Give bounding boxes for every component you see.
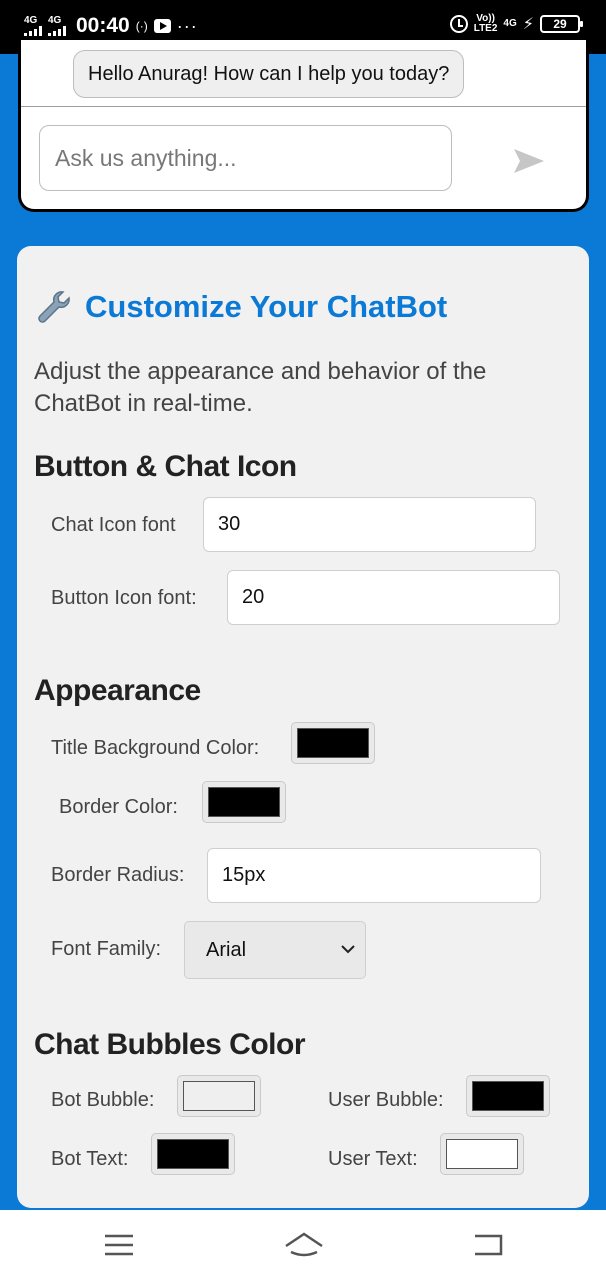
- chat-icon-font-label: Chat Icon font: [51, 514, 176, 536]
- chevron-down-icon: [341, 945, 355, 954]
- border-color-picker[interactable]: [202, 781, 286, 823]
- title-bg-color-picker[interactable]: [291, 722, 375, 764]
- section-heading-appearance: Appearance: [34, 674, 201, 707]
- alarm-icon: [449, 15, 468, 33]
- sim2-network-label: 4G: [48, 15, 62, 26]
- chat-divider: [21, 106, 586, 107]
- bot-message-text: Hello Anurag! How can I help you today?: [88, 62, 450, 85]
- font-family-selected-value: Arial: [206, 938, 247, 961]
- bot-text-label: Bot Text:: [51, 1148, 129, 1170]
- send-icon[interactable]: [513, 148, 545, 174]
- user-text-label: User Text:: [328, 1148, 418, 1170]
- wrench-icon: [38, 291, 70, 323]
- font-family-label: Font Family:: [51, 938, 162, 960]
- signal-sim2-icon: 4G: [48, 16, 66, 36]
- volte-indicator: Vo)) LTE2: [474, 14, 498, 34]
- button-icon-font-input[interactable]: [227, 570, 560, 625]
- menu-icon[interactable]: [103, 1230, 135, 1260]
- title-bg-color-label: Title Background Color:: [51, 737, 260, 759]
- volte-bottom-label: LTE2: [473, 23, 498, 34]
- section-heading-button-chat-icon: Button & Chat Icon: [34, 450, 297, 483]
- navigation-bar: [0, 1210, 606, 1280]
- section-heading-chat-bubbles: Chat Bubbles Color: [34, 1028, 306, 1061]
- chat-icon-font-input[interactable]: [203, 497, 536, 552]
- border-radius-input[interactable]: [207, 848, 541, 903]
- bot-bubble-color-picker[interactable]: [177, 1075, 261, 1117]
- sim1-network-label: 4G: [24, 15, 38, 26]
- bot-bubble-label: Bot Bubble:: [51, 1089, 155, 1111]
- user-bubble-color-picker[interactable]: [466, 1075, 550, 1117]
- signal-sim1-icon: 4G: [24, 16, 42, 36]
- youtube-icon: [153, 19, 171, 33]
- user-text-color-picker[interactable]: [440, 1133, 524, 1175]
- panel-description: Adjust the appearance and behavior of th…: [34, 358, 487, 417]
- border-radius-label: Border Radius:: [51, 864, 185, 886]
- status-right: Vo)) LTE2 4G ⚡ 29: [449, 14, 583, 34]
- status-left: 4G 4G 00:40 (·) ···: [24, 14, 198, 38]
- font-family-select[interactable]: Arial: [184, 921, 366, 979]
- hotspot-icon: (·): [135, 19, 148, 33]
- back-icon[interactable]: [471, 1230, 505, 1260]
- bot-text-color-picker[interactable]: [151, 1133, 235, 1175]
- more-notifications-icon: ···: [176, 15, 198, 36]
- user-bubble-label: User Bubble:: [328, 1089, 444, 1111]
- battery-level: 29: [553, 17, 567, 31]
- battery-icon: 29: [540, 15, 583, 33]
- charging-icon: ⚡: [522, 16, 534, 33]
- bot-message-bubble: Hello Anurag! How can I help you today?: [73, 50, 465, 98]
- status-time: 00:40: [76, 14, 130, 37]
- customize-panel: Customize Your ChatBot Adjust the appear…: [17, 246, 589, 1208]
- chat-input[interactable]: [39, 125, 452, 191]
- home-icon[interactable]: [283, 1230, 325, 1260]
- panel-title-text: Customize Your ChatBot: [85, 289, 448, 324]
- network-4g-icon: 4G: [503, 18, 517, 29]
- chat-window: Hello Anurag! How can I help you today?: [18, 40, 589, 212]
- button-icon-font-label: Button Icon font:: [51, 587, 197, 609]
- border-color-label: Border Color:: [59, 796, 178, 818]
- panel-title: Customize Your ChatBot: [35, 288, 447, 326]
